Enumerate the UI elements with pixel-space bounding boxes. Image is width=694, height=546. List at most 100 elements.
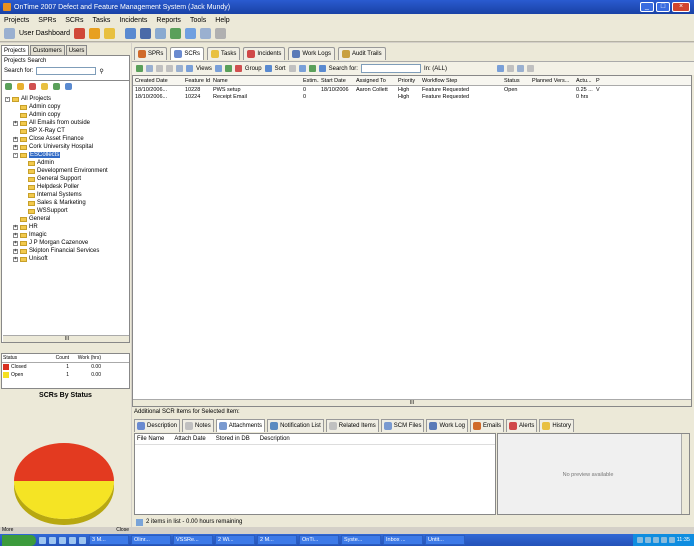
tree-node[interactable]: General Support bbox=[2, 175, 129, 183]
taskbar-button[interactable]: Olinr... bbox=[131, 535, 171, 545]
tree-node[interactable]: Internal Systems bbox=[2, 191, 129, 199]
tree-node[interactable]: Helpdesk Poller bbox=[2, 183, 129, 191]
table-row[interactable]: 18/10/2006... 10228 PWS setup 0 18/10/2006 Aa… bbox=[133, 86, 691, 93]
collapse-icon[interactable]: - bbox=[13, 152, 18, 158]
expand-icon[interactable]: + bbox=[13, 232, 18, 238]
grid-scrollbar[interactable]: III bbox=[133, 399, 691, 406]
tab-history[interactable]: History bbox=[539, 419, 575, 432]
delete-project-icon[interactable] bbox=[29, 83, 36, 90]
tray-icon[interactable] bbox=[660, 537, 667, 543]
attach-date-header[interactable]: Attach Date bbox=[174, 436, 205, 442]
collapse-icon[interactable]: - bbox=[5, 96, 10, 102]
tree-node[interactable]: + J P Morgan Cazenove bbox=[2, 239, 129, 247]
tab-audit-trails[interactable]: Audit Trails bbox=[337, 47, 386, 60]
folder-icon[interactable] bbox=[154, 28, 166, 39]
grid-scroll-thumb[interactable]: III bbox=[410, 400, 414, 406]
expand-icon[interactable]: + bbox=[13, 144, 18, 150]
tab-alerts[interactable]: Alerts bbox=[506, 419, 538, 432]
tab-scrs[interactable]: SCRs bbox=[170, 47, 205, 60]
edit-icon[interactable] bbox=[146, 65, 153, 72]
maximize-button[interactable]: □ bbox=[656, 2, 670, 12]
group-button[interactable]: Group bbox=[245, 66, 262, 72]
column-header[interactable]: Name bbox=[211, 78, 301, 84]
column-header[interactable]: Start Date bbox=[319, 78, 354, 84]
expand-icon[interactable]: + bbox=[13, 256, 18, 262]
tab-description[interactable]: Description bbox=[134, 419, 181, 432]
tree-node[interactable]: Sales & Marketing bbox=[2, 199, 129, 207]
tray-icon[interactable] bbox=[644, 537, 651, 543]
menu-scrs[interactable]: SCRs bbox=[65, 17, 83, 24]
description-header[interactable]: Description bbox=[260, 436, 290, 442]
options-icon[interactable] bbox=[526, 65, 534, 72]
menu-reports[interactable]: Reports bbox=[156, 17, 181, 24]
grid-icon[interactable] bbox=[124, 28, 136, 39]
find-icon[interactable] bbox=[298, 65, 306, 72]
add-icon[interactable] bbox=[136, 65, 143, 72]
tools-icon[interactable] bbox=[214, 28, 226, 39]
folder-icon[interactable] bbox=[41, 83, 48, 90]
quicklaunch-icon[interactable] bbox=[59, 536, 66, 544]
expand-icon[interactable]: + bbox=[13, 136, 18, 142]
user-dashboard-button[interactable]: User Dashboard bbox=[19, 30, 70, 37]
print-icon[interactable] bbox=[308, 65, 316, 72]
menu-incidents[interactable]: Incidents bbox=[119, 17, 147, 24]
tab-notification-list[interactable]: Notification List bbox=[267, 419, 324, 432]
spr-icon[interactable] bbox=[73, 28, 85, 39]
start-button[interactable] bbox=[2, 534, 36, 546]
tray-icon[interactable] bbox=[652, 537, 659, 543]
search-go-icon[interactable] bbox=[496, 65, 504, 72]
column-header[interactable]: Workflow Step bbox=[420, 78, 502, 84]
tree-node[interactable]: + HR bbox=[2, 223, 129, 231]
expand-icon[interactable]: + bbox=[13, 120, 18, 126]
sort-button[interactable]: Sort bbox=[275, 66, 286, 72]
tab-users[interactable]: Users bbox=[65, 45, 88, 55]
tree-node[interactable]: Admin bbox=[2, 159, 129, 167]
minimize-button[interactable]: _ bbox=[640, 2, 654, 12]
search-filter-dropdown[interactable]: In: (ALL) bbox=[424, 66, 494, 72]
stored-in-db-header[interactable]: Stored in DB bbox=[216, 436, 250, 442]
column-header[interactable]: Planned Vers... bbox=[530, 78, 574, 84]
taskbar-button[interactable]: Untit... bbox=[425, 535, 465, 545]
search-input[interactable] bbox=[36, 67, 97, 75]
layout-icon[interactable] bbox=[516, 65, 524, 72]
tree-node[interactable]: + Close Asset Finance bbox=[2, 135, 129, 143]
filter-icon[interactable] bbox=[214, 65, 222, 72]
tab-notes[interactable]: Notes bbox=[182, 419, 214, 432]
clear-filter-icon[interactable] bbox=[234, 65, 242, 72]
menu-tasks[interactable]: Tasks bbox=[92, 17, 110, 24]
status-row[interactable]: Closed 1 0.00 bbox=[2, 363, 129, 371]
tree-node[interactable]: - ESCollects bbox=[2, 151, 129, 159]
refresh-icon[interactable] bbox=[53, 83, 60, 90]
tab-sprs[interactable]: SPRs bbox=[134, 47, 168, 60]
expand-icon[interactable]: + bbox=[13, 248, 18, 254]
table-row[interactable]: 18/10/2006... 10224 Receipt Email 0 High Feat… bbox=[133, 93, 691, 100]
status-row[interactable]: Open 1 0.00 bbox=[2, 371, 129, 379]
binoculars-icon[interactable]: ⚲ bbox=[99, 68, 103, 75]
tray-icon[interactable] bbox=[636, 537, 643, 543]
edit-project-icon[interactable] bbox=[17, 83, 24, 90]
delete-icon[interactable] bbox=[166, 65, 173, 72]
export-icon[interactable] bbox=[318, 65, 326, 72]
tree-node[interactable]: - All Projects bbox=[2, 95, 129, 103]
tab-work-logs[interactable]: Work Logs bbox=[288, 47, 335, 60]
taskbar-button[interactable]: OnTi... bbox=[299, 535, 339, 545]
copy-icon[interactable] bbox=[156, 65, 163, 72]
tree-node[interactable]: Admin copy bbox=[2, 111, 129, 119]
report-icon[interactable] bbox=[199, 28, 211, 39]
preview-scrollbar[interactable] bbox=[681, 434, 689, 514]
quicklaunch-icon[interactable] bbox=[79, 536, 86, 544]
tree-node[interactable]: Admin copy bbox=[2, 103, 129, 111]
tree-scroll-thumb[interactable]: III bbox=[65, 336, 69, 342]
menu-tools[interactable]: Tools bbox=[190, 17, 206, 24]
close-link[interactable]: Close bbox=[116, 527, 129, 533]
menu-projects[interactable]: Projects bbox=[4, 17, 29, 24]
search-clear-icon[interactable] bbox=[506, 65, 514, 72]
tree-node[interactable]: + Cork University Hospital bbox=[2, 143, 129, 151]
more-link[interactable]: More bbox=[2, 527, 13, 533]
tree-node[interactable]: + Skipton Financial Services bbox=[2, 247, 129, 255]
quicklaunch-icon[interactable] bbox=[49, 536, 56, 544]
grid-search-input[interactable] bbox=[360, 64, 421, 73]
menu-sprs[interactable]: SPRs bbox=[38, 17, 56, 24]
clock[interactable]: 11:35 bbox=[677, 537, 690, 543]
funnel-icon[interactable] bbox=[224, 65, 232, 72]
